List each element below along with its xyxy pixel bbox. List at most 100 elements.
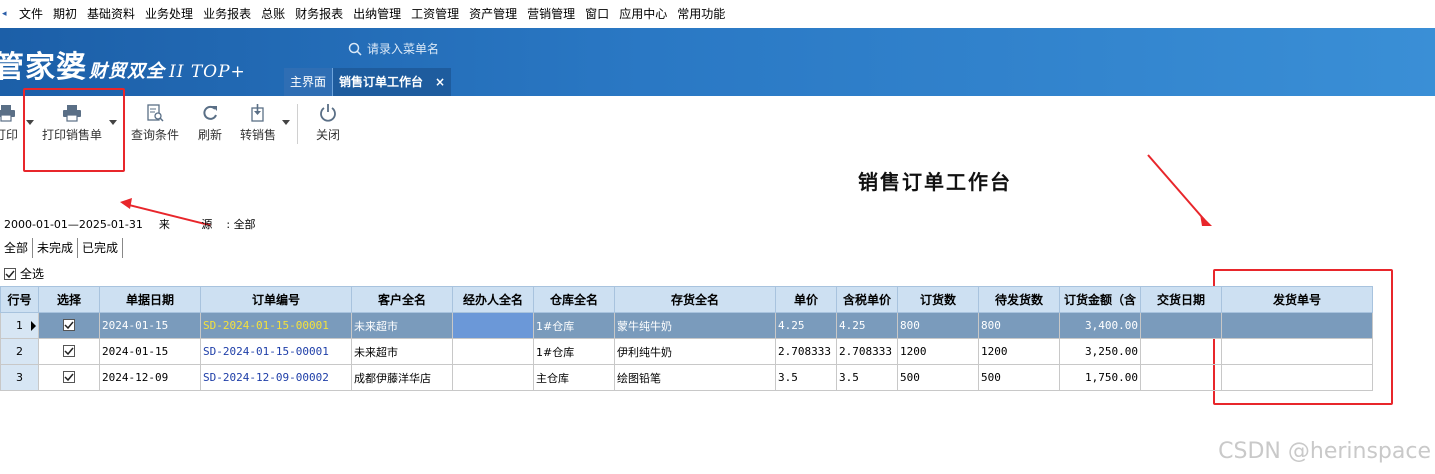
menu-payroll[interactable]: 工资管理 [406, 0, 464, 28]
col-header-handler[interactable]: 经办人全名 [452, 286, 534, 313]
row-number: 1 [16, 319, 23, 332]
row-select-cell[interactable] [38, 312, 100, 339]
col-header-select[interactable]: 选择 [38, 286, 100, 313]
menu-financial-reports[interactable]: 财务报表 [290, 0, 348, 28]
date-cell[interactable]: 2024-01-15 [99, 312, 201, 339]
col-header-pending[interactable]: 待发货数 [978, 286, 1060, 313]
select-all-checkbox[interactable] [4, 267, 16, 280]
delivery-date-cell[interactable] [1140, 364, 1222, 391]
tax-price-cell[interactable]: 3.5 [836, 364, 898, 391]
tab-home[interactable]: 主界面 [284, 68, 334, 96]
menu-ledger[interactable]: 总账 [256, 0, 290, 28]
price-cell[interactable]: 3.5 [775, 364, 837, 391]
tab-incomplete[interactable]: 未完成 [33, 238, 79, 258]
refresh-button[interactable]: 刷新 [198, 104, 222, 143]
table-row[interactable]: 2 2024-01-15 SD-2024-01-15-00001 未来超市 1#… [0, 338, 1373, 365]
col-header-order-no[interactable]: 订单编号 [200, 286, 352, 313]
row-checkbox[interactable] [63, 318, 75, 331]
close-tab-icon[interactable]: × [435, 75, 445, 89]
warehouse-cell[interactable]: 1#仓库 [533, 338, 615, 365]
ship-no-cell[interactable] [1221, 312, 1373, 339]
col-header-warehouse[interactable]: 仓库全名 [533, 286, 615, 313]
price-cell[interactable]: 4.25 [775, 312, 837, 339]
tax-price-cell[interactable]: 4.25 [836, 312, 898, 339]
app-menu-icon[interactable]: ◂ [2, 9, 14, 19]
handler-cell[interactable] [452, 364, 534, 391]
col-header-ship-no[interactable]: 发货单号 [1221, 286, 1373, 313]
tax-price-cell[interactable]: 2.708333 [836, 338, 898, 365]
ship-no-cell[interactable] [1221, 364, 1373, 391]
ship-no-cell[interactable] [1221, 338, 1373, 365]
col-header-delivery-date[interactable]: 交货日期 [1140, 286, 1222, 313]
row-checkbox[interactable] [63, 344, 75, 357]
table-row[interactable]: 3 2024-12-09 SD-2024-12-09-00002 成都伊藤洋华店… [0, 364, 1373, 391]
qty-cell[interactable]: 500 [897, 364, 979, 391]
tab-sales-order-workbench[interactable]: 销售订单工作台 × [333, 68, 452, 96]
transfer-dropdown-icon[interactable] [282, 120, 290, 125]
close-button[interactable]: 关闭 [316, 104, 340, 143]
col-header-row-no[interactable]: 行号 [0, 286, 39, 313]
date-cell[interactable]: 2024-12-09 [99, 364, 201, 391]
handler-cell[interactable] [452, 312, 534, 339]
delivery-date-cell[interactable] [1140, 338, 1222, 365]
menu-search[interactable]: 请录入菜单名 [348, 40, 439, 57]
delivery-date-cell[interactable] [1140, 312, 1222, 339]
date-cell[interactable]: 2024-01-15 [99, 338, 201, 365]
item-cell[interactable]: 绘图铅笔 [614, 364, 776, 391]
amount-cell[interactable]: 1,750.00 [1059, 364, 1141, 391]
col-header-item[interactable]: 存货全名 [614, 286, 776, 313]
row-number-cell[interactable]: 1 [0, 312, 39, 339]
menu-business[interactable]: 业务处理 [140, 0, 198, 28]
menu-file[interactable]: 文件 [14, 0, 48, 28]
item-cell[interactable]: 蒙牛纯牛奶 [614, 312, 776, 339]
row-number-cell[interactable]: 3 [0, 364, 39, 391]
menu-assets[interactable]: 资产管理 [464, 0, 522, 28]
row-number-cell[interactable]: 2 [0, 338, 39, 365]
print-button[interactable]: 打印 [0, 104, 18, 143]
col-header-qty[interactable]: 订货数 [897, 286, 979, 313]
item-cell[interactable]: 伊利纯牛奶 [614, 338, 776, 365]
menu-marketing[interactable]: 营销管理 [522, 0, 580, 28]
col-header-amount[interactable]: 订货金额（含 [1059, 286, 1141, 313]
pending-cell[interactable]: 1200 [978, 338, 1060, 365]
amount-cell[interactable]: 3,250.00 [1059, 338, 1141, 365]
menu-app-center[interactable]: 应用中心 [614, 0, 672, 28]
col-header-tax-price[interactable]: 含税单价 [836, 286, 898, 313]
customer-cell[interactable]: 未来超市 [351, 312, 453, 339]
pending-cell[interactable]: 500 [978, 364, 1060, 391]
menu-opening[interactable]: 期初 [48, 0, 82, 28]
qty-cell[interactable]: 1200 [897, 338, 979, 365]
customer-cell[interactable]: 成都伊藤洋华店 [351, 364, 453, 391]
search-placeholder: 请录入菜单名 [367, 42, 440, 56]
qty-cell[interactable]: 800 [897, 312, 979, 339]
select-all[interactable]: 全选 [4, 265, 44, 282]
search-icon [348, 42, 362, 56]
warehouse-cell[interactable]: 1#仓库 [533, 312, 615, 339]
warehouse-cell[interactable]: 主仓库 [533, 364, 615, 391]
handler-cell[interactable] [452, 338, 534, 365]
filter-summary: 2000-01-01—2025-01-31 来 源: 全部 [4, 218, 256, 231]
menu-basic-data[interactable]: 基础资料 [82, 0, 140, 28]
order-no-cell[interactable]: SD-2024-01-15-00001 [200, 338, 352, 365]
pending-cell[interactable]: 800 [978, 312, 1060, 339]
menu-business-reports[interactable]: 业务报表 [198, 0, 256, 28]
amount-cell[interactable]: 3,400.00 [1059, 312, 1141, 339]
menu-window[interactable]: 窗口 [580, 0, 614, 28]
col-header-customer[interactable]: 客户全名 [351, 286, 453, 313]
query-conditions-button[interactable]: 查询条件 [131, 104, 179, 143]
order-no-cell[interactable]: SD-2024-01-15-00001 [200, 312, 352, 339]
col-header-date[interactable]: 单据日期 [99, 286, 201, 313]
price-cell[interactable]: 2.708333 [775, 338, 837, 365]
row-checkbox[interactable] [63, 370, 75, 383]
tab-completed[interactable]: 已完成 [78, 238, 124, 258]
transfer-to-sales-button[interactable]: 转销售 [240, 104, 276, 143]
customer-cell[interactable]: 未来超市 [351, 338, 453, 365]
table-row[interactable]: 1 2024-01-15 SD-2024-01-15-00001 未来超市 1#… [0, 312, 1373, 339]
col-header-price[interactable]: 单价 [775, 286, 837, 313]
tab-all[interactable]: 全部 [0, 238, 34, 258]
row-select-cell[interactable] [38, 338, 100, 365]
menu-cashier[interactable]: 出纳管理 [348, 0, 406, 28]
menu-common-functions[interactable]: 常用功能 [672, 0, 730, 28]
order-no-cell[interactable]: SD-2024-12-09-00002 [200, 364, 352, 391]
row-select-cell[interactable] [38, 364, 100, 391]
